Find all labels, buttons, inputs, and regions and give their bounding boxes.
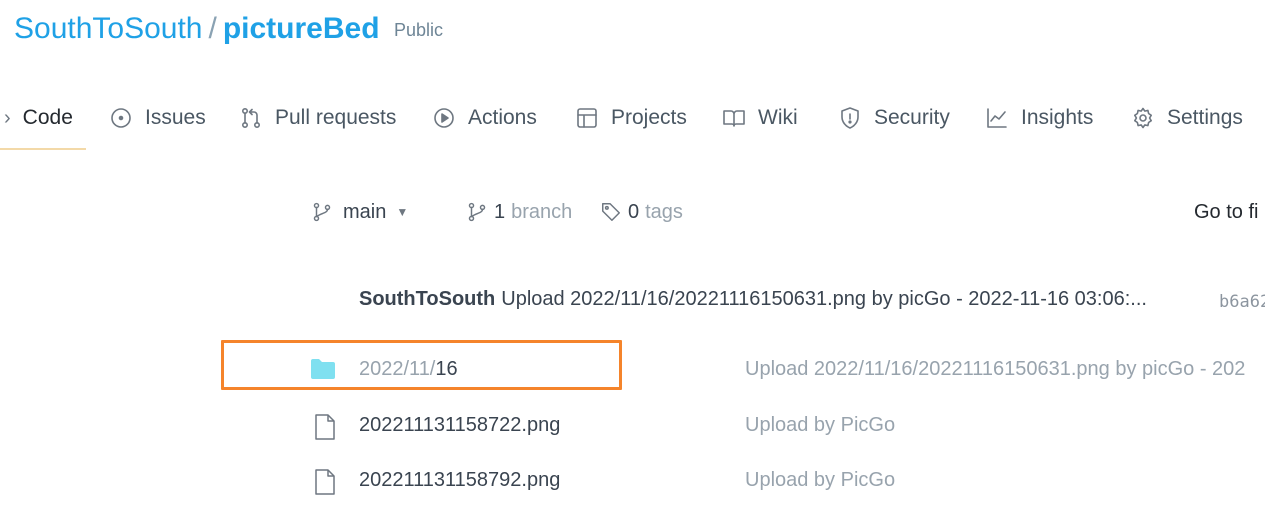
repo-name-link[interactable]: pictureBed (223, 12, 380, 45)
tab-issues-label: Issues (145, 106, 206, 129)
branches-count: 1 (494, 200, 506, 223)
graph-icon (987, 108, 1007, 128)
tab-security-label: Security (874, 106, 950, 129)
pull-request-icon (241, 107, 261, 128)
repo-title: SouthToSouth / pictureBed (14, 12, 380, 46)
branches-label: branch (511, 200, 573, 223)
branch-icon (313, 202, 331, 222)
repo-owner-link[interactable]: SouthToSouth (14, 12, 202, 45)
tab-issues[interactable]: Issues (109, 102, 206, 134)
chevron-right-icon: › (4, 106, 11, 129)
go-to-file-button[interactable]: Go to fi (1194, 198, 1258, 226)
branches-link[interactable]: 1 branch (466, 198, 572, 226)
tab-settings-label: Settings (1167, 106, 1243, 129)
latest-commit: SouthToSouth Upload 2022/11/16/2022111615… (359, 288, 1147, 311)
tab-code-label: Code (22, 106, 73, 129)
shield-icon (841, 107, 859, 129)
file-link[interactable]: 202211131158722.png (359, 414, 560, 437)
go-to-file-label: Go to fi (1194, 200, 1259, 223)
active-tab-underline (0, 148, 86, 150)
tags-link[interactable]: 0 tags (600, 198, 683, 226)
play-icon (434, 108, 454, 128)
tab-pull-requests-label: Pull requests (275, 106, 397, 129)
tab-insights[interactable]: Insights (985, 102, 1093, 134)
chevron-down-icon: ▼ (396, 205, 409, 219)
tab-settings[interactable]: Settings (1131, 102, 1243, 134)
table-icon (577, 108, 597, 128)
tab-insights-label: Insights (1021, 106, 1094, 129)
visibility-badge: Public (394, 20, 444, 40)
gear-icon (1134, 107, 1152, 129)
tags-label: tags (645, 200, 683, 223)
tab-wiki[interactable]: Wiki (722, 102, 798, 134)
folder-commit-message[interactable]: Upload 2022/11/16/20221116150631.png by … (745, 358, 1265, 381)
tags-count: 0 (628, 200, 640, 223)
tab-pull-requests[interactable]: Pull requests (239, 102, 396, 134)
issue-icon (111, 108, 131, 128)
repo-separator: / (208, 12, 217, 45)
commit-message-link[interactable]: Upload 2022/11/16/20221116150631.png by … (501, 288, 1147, 310)
file-link[interactable]: 202211131158792.png (359, 469, 560, 492)
file-icon (314, 469, 336, 500)
file-commit-message[interactable]: Upload by PicGo (745, 414, 895, 437)
book-icon (723, 110, 745, 127)
commit-author-link[interactable]: SouthToSouth (359, 288, 495, 310)
tab-projects-label: Projects (611, 106, 687, 129)
file-commit-message[interactable]: Upload by PicGo (745, 469, 895, 492)
branch-selector[interactable]: main ▼ (311, 198, 408, 226)
branch-icon (468, 202, 486, 222)
tab-projects[interactable]: Projects (575, 102, 687, 134)
highlight-annotation-box (221, 340, 622, 390)
commit-hash-link[interactable]: b6a62 (1219, 292, 1265, 312)
tag-icon (602, 203, 620, 221)
tab-security[interactable]: Security (838, 102, 950, 134)
current-branch-label: main (343, 200, 387, 223)
tab-actions-label: Actions (468, 106, 537, 129)
tab-wiki-label: Wiki (758, 106, 798, 129)
file-icon (314, 414, 336, 445)
tab-code[interactable]: › Code (4, 102, 73, 134)
tab-actions[interactable]: Actions (432, 102, 537, 134)
